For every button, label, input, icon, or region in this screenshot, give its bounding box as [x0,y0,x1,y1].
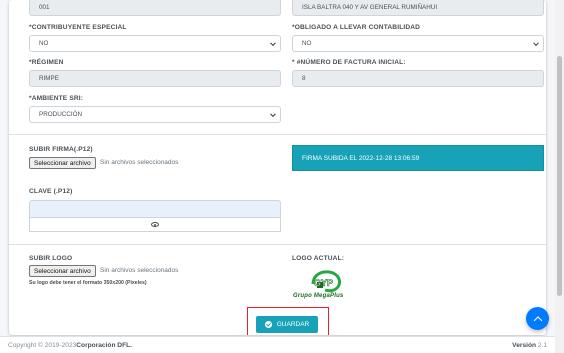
eye-icon [151,222,159,227]
direccion-field[interactable]: ISLA BALTRA 040 Y AV GENERAL RUMIÑAHUI [292,0,544,16]
logo-wordmark: Grupo MegaPlus [293,293,344,299]
regimen-field[interactable]: RIMPE [29,70,281,87]
chevron-down-icon [270,39,276,46]
back-to-top-button[interactable] [526,307,549,330]
footer: Copyright © 2019-2023 Corporación DFL. V… [0,336,555,353]
contribuyente-select[interactable]: NO [29,35,281,52]
check-circle-icon [264,321,272,328]
logo-label: SUBIR LOGO [29,255,73,262]
obligado-value: NO [302,40,312,47]
firma-label: SUBIR FIRMA(.P12) [29,146,93,153]
logo-file-status: Sin archivos seleccionados [100,267,179,274]
clave-password-input[interactable] [29,200,281,218]
factura-label: * #NÚMERO DE FACTURA INICIAL: [292,59,406,66]
firma-file-button[interactable]: Seleccionar archivo [29,157,96,169]
obligado-select[interactable]: NO [292,35,544,52]
copyright-text: Copyright © 2019-2023 [8,341,77,349]
arrow-up-icon [533,315,542,325]
version-info: Versión 2.1 [512,342,547,349]
ambiente-label: *AMBIENTE SRI: [29,95,84,102]
svg-text:GYP: GYP [314,278,333,288]
version-label: Versión [512,341,538,349]
save-button[interactable]: GUARDAR [256,316,318,333]
company-name: Corporación DFL. [76,341,132,349]
regimen-label: *RÉGIMEN [29,59,64,66]
chevron-down-icon [270,110,276,117]
version-value: 2.1 [537,341,547,349]
establecimiento-field[interactable]: 001 [29,0,281,16]
company-settings-card: 001 ISLA BALTRA 040 Y AV GENERAL RUMIÑAH… [9,0,546,335]
contribuyente-value: NO [39,40,49,47]
firma-file-status: Sin archivos seleccionados [100,159,179,166]
obligado-label: *OBLIGADO A LLEVAR CONTABILIDAD [292,24,421,31]
chevron-down-icon [533,39,539,46]
logo-format-hint: Su logo debe tener el formato 350x200 (P… [29,280,147,286]
firma-upload-info: FIRMA SUBIDA EL 2022-12-28 13:06:59 [292,145,544,171]
section-divider [9,244,546,245]
scrollbar-thumb[interactable] [557,56,562,296]
ambiente-value: PRODUCCIÓN [39,111,83,118]
factura-field[interactable]: 8 [292,70,544,87]
ambiente-select[interactable]: PRODUCCIÓN [29,106,281,123]
logo-actual-label: LOGO ACTUAL: [292,255,345,262]
clave-label: CLAVE (.P12) [29,188,73,195]
contribuyente-label: *CONTRIBUYENTE ESPECIAL [29,24,127,31]
toggle-password-button[interactable] [29,218,281,232]
section-divider [9,134,546,135]
logo-file-button[interactable]: Seleccionar archivo [29,265,96,277]
save-label: GUARDAR [276,321,310,328]
